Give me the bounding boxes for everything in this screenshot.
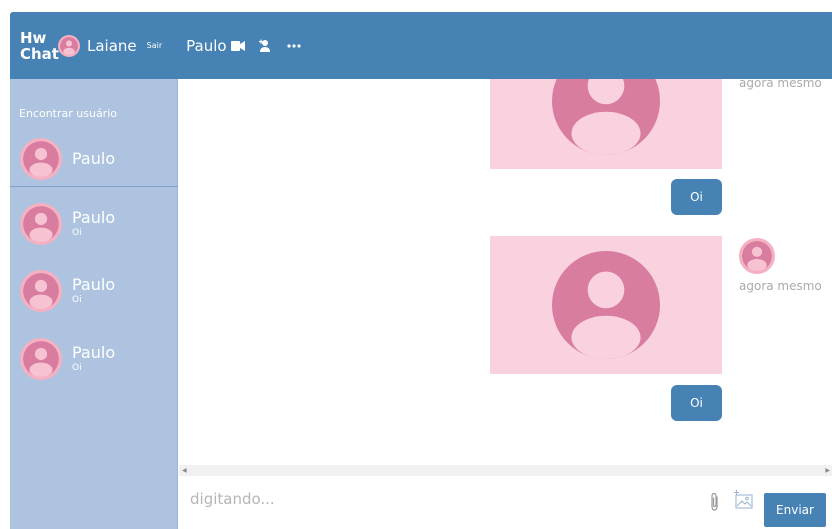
brand-line-2: Chat — [20, 44, 59, 63]
find-user-link[interactable]: Encontrar usuário — [19, 107, 117, 120]
message-bubble: Oi — [671, 385, 722, 421]
add-user-icon — [258, 39, 270, 52]
contact-name: Paulo — [72, 275, 116, 294]
contact-avatar — [20, 203, 62, 245]
contact-name: Paulo — [72, 149, 116, 168]
conversation-item[interactable]: Paulo Oi — [10, 194, 178, 254]
user-avatar-icon — [552, 79, 660, 155]
message-input[interactable] — [190, 490, 690, 508]
send-button[interactable]: Enviar — [764, 493, 826, 527]
message-composer: Enviar — [179, 476, 832, 529]
last-message-preview: Oi — [72, 295, 82, 305]
image-message[interactable] — [490, 236, 722, 374]
image-icon — [734, 490, 753, 509]
conversation-text: Paulo Oi — [72, 209, 115, 239]
conversation-item[interactable]: Paulo Oi — [10, 261, 178, 321]
logout-link[interactable]: Sair — [147, 41, 163, 50]
horizontal-scrollbar[interactable]: ◀ ▶ — [179, 465, 832, 476]
contact-avatar — [20, 338, 62, 380]
paperclip-icon — [711, 492, 718, 511]
contact-avatar — [20, 137, 62, 180]
message-list[interactable]: agora mesmo Oi agora mesmo Oi — [179, 79, 832, 465]
chat-app-window: Hw Chat Laiane Sair Paulo Encontrar usuá… — [10, 12, 832, 529]
user-avatar-icon — [23, 273, 59, 309]
video-camera-icon — [230, 40, 245, 51]
sidebar: Encontrar usuário Paulo Paulo Oi Paulo O… — [10, 79, 178, 529]
video-call-button[interactable] — [230, 40, 245, 51]
image-message[interactable] — [490, 79, 722, 169]
scroll-right-arrow-icon[interactable]: ▶ — [825, 467, 830, 474]
sender-avatar[interactable] — [739, 238, 775, 274]
last-message-preview: Oi — [72, 228, 82, 238]
user-avatar-icon — [552, 251, 660, 359]
brand-line-1: Hw — [20, 28, 47, 47]
user-avatar-icon — [23, 140, 59, 177]
conversation-text: Paulo Oi — [72, 344, 115, 374]
user-avatar-icon — [23, 341, 59, 377]
contact-name: Paulo — [72, 343, 116, 362]
send-image-button[interactable] — [734, 490, 754, 514]
current-user-avatar[interactable] — [58, 34, 80, 57]
add-user-button[interactable] — [258, 39, 273, 53]
current-user-name: Laiane — [87, 36, 137, 55]
message-timestamp: agora mesmo — [739, 79, 822, 90]
user-avatar-icon — [60, 36, 78, 55]
contact-name: Paulo — [72, 208, 116, 227]
attach-file-button[interactable] — [709, 492, 720, 516]
search-result-item[interactable]: Paulo — [10, 131, 178, 187]
app-logo: Hw Chat — [20, 28, 59, 63]
user-avatar-icon — [23, 206, 59, 242]
last-message-preview: Oi — [72, 363, 82, 373]
active-contact-name: Paulo — [186, 36, 227, 55]
user-avatar-icon — [742, 241, 772, 271]
more-options-button[interactable] — [286, 43, 301, 48]
contact-avatar — [20, 270, 62, 312]
conversation-text: Paulo Oi — [72, 276, 115, 306]
conversation-item[interactable]: Paulo Oi — [10, 329, 178, 389]
message-timestamp: agora mesmo — [739, 279, 822, 293]
more-options-icon — [286, 43, 301, 48]
app-header: Hw Chat Laiane Sair Paulo — [10, 12, 832, 79]
scroll-left-arrow-icon[interactable]: ◀ — [182, 467, 187, 474]
message-bubble: Oi — [671, 179, 722, 215]
